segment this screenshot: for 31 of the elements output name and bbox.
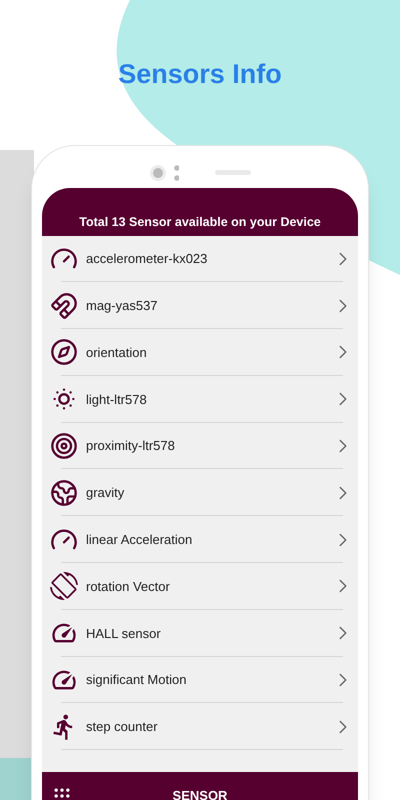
sensor-row[interactable]: HALL sensor	[42, 610, 358, 657]
sensor-row[interactable]: mag-yas537	[42, 282, 358, 330]
sensor-name: proximity-ltr578	[86, 437, 176, 456]
grid-icon[interactable]	[52, 786, 72, 800]
magnet-icon	[50, 292, 78, 320]
sensor-name: HALL sensor	[86, 624, 162, 643]
sensor-name: significant Motion	[86, 671, 188, 690]
sensor-name: gravity	[86, 484, 126, 502]
sensor-row[interactable]: light-ltr578	[42, 376, 358, 423]
sensor-name: light-ltr578	[86, 390, 148, 409]
sensor-name: orientation	[86, 344, 148, 362]
sensor-name: rotation Vector	[86, 578, 171, 596]
sensor-name: accelerometer-kx023	[86, 250, 208, 268]
sensor-row[interactable]: orientation	[42, 329, 358, 376]
sensor-row[interactable]: significant Motion	[42, 656, 358, 704]
sensor-row[interactable]: step counter	[42, 703, 358, 750]
sensor-name: mag-yas537	[86, 296, 159, 315]
camera-icon	[149, 162, 179, 182]
sensor-row[interactable]: rotation Vector	[42, 563, 358, 610]
page-title: Sensors Info	[118, 58, 282, 91]
sensor-row[interactable]: proximity-ltr578	[42, 422, 358, 470]
sensor-name: step counter	[86, 718, 159, 736]
sensor-name: linear Acceleration	[86, 530, 194, 549]
rotate-icon	[50, 572, 78, 600]
globe-icon	[50, 478, 78, 507]
header-title: Total 13 Sensor available on your Device	[79, 214, 321, 231]
compass-icon	[50, 338, 78, 366]
sensor-row[interactable]: gravity	[42, 469, 358, 516]
target-icon	[50, 432, 78, 460]
sensor-row[interactable]: accelerometer-kx023	[42, 236, 358, 282]
sensor-row[interactable]: linear Acceleration	[42, 516, 358, 564]
